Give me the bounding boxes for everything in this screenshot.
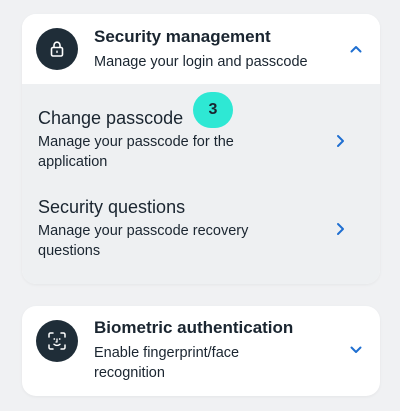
change-passcode-title: Change passcode <box>38 108 184 128</box>
biometric-authentication-subtitle: Enable fingerprint/face recognition <box>94 345 240 381</box>
lock-icon <box>36 28 78 70</box>
chevron-right-icon[interactable] <box>333 222 347 236</box>
security-questions-description: Manage your passcode recovery questions <box>38 223 249 259</box>
security-management-subtitle: Manage your login and passcode <box>94 54 308 70</box>
security-management-card: Security management Manage your login an… <box>22 14 380 284</box>
step-badge: 3 <box>193 92 233 128</box>
biometric-authentication-title: Biometric authentication <box>94 318 294 337</box>
chevron-down-icon[interactable] <box>349 343 363 357</box>
security-questions-title: Security questions <box>38 197 186 217</box>
security-questions-item[interactable]: Security questions Manage your passcode … <box>22 184 380 284</box>
change-passcode-description: Manage your passcode for the application <box>38 134 234 170</box>
face-scan-icon <box>36 320 78 362</box>
security-management-header[interactable]: Security management Manage your login an… <box>22 14 380 84</box>
security-management-title: Security management <box>94 27 271 46</box>
chevron-right-icon[interactable] <box>333 134 347 148</box>
chevron-up-icon[interactable] <box>349 42 363 56</box>
biometric-authentication-card[interactable]: Biometric authentication Enable fingerpr… <box>22 306 380 396</box>
